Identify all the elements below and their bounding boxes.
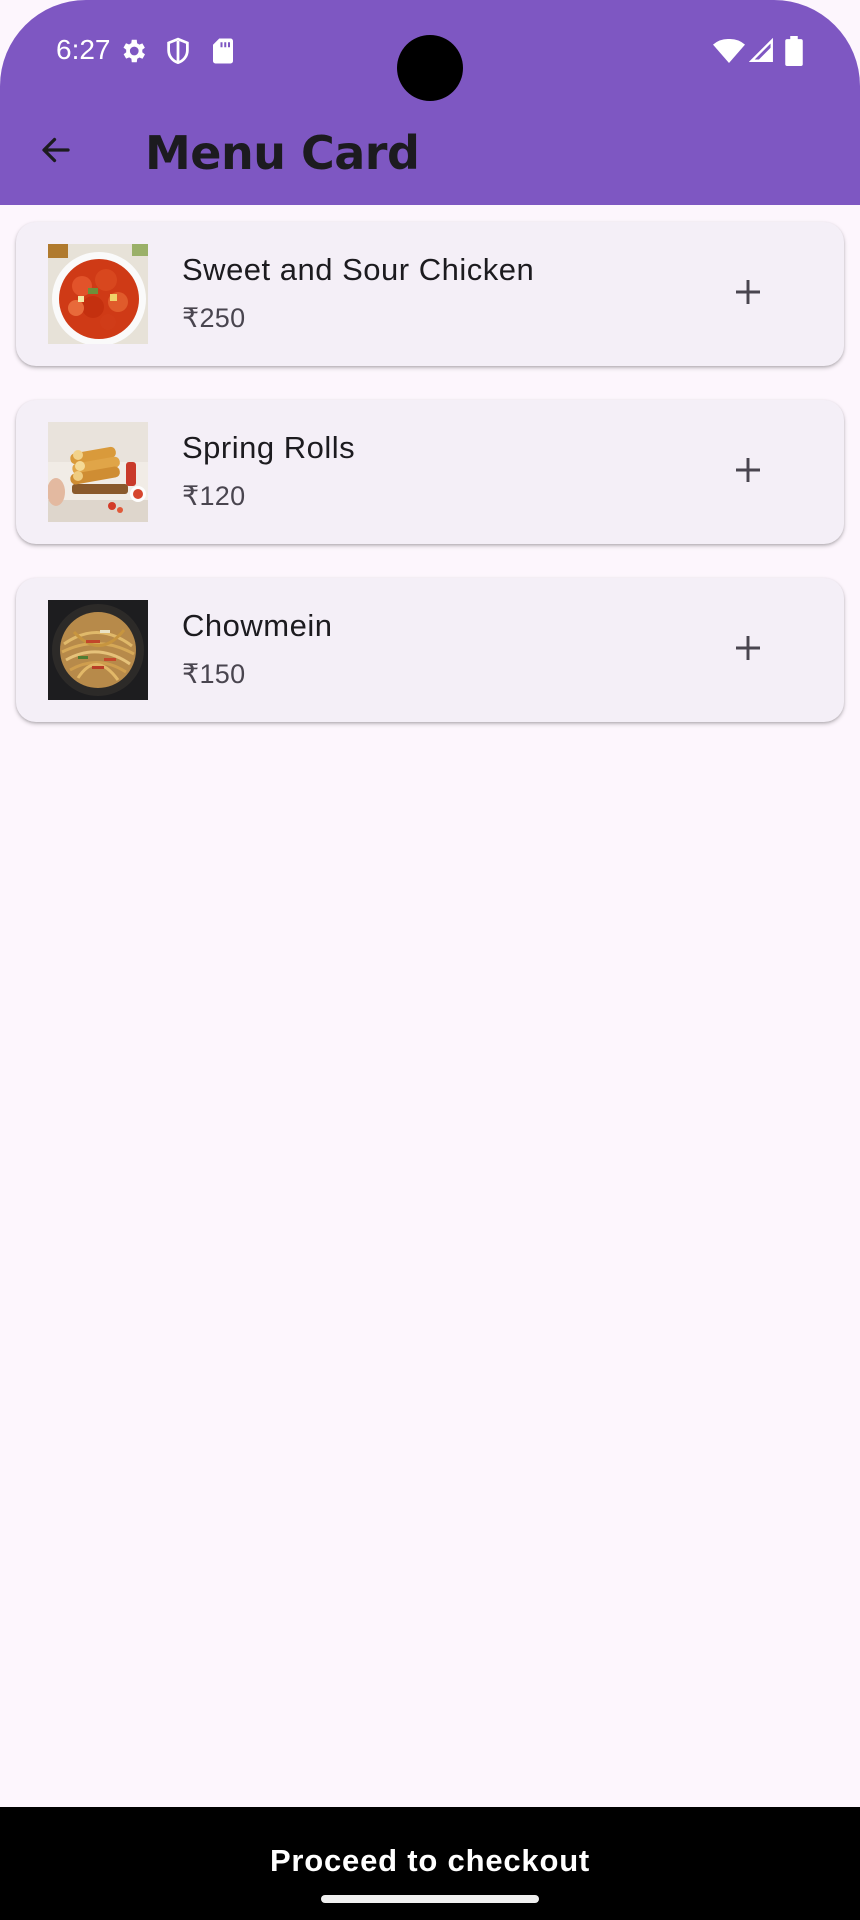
checkout-button[interactable]: Proceed to checkout xyxy=(0,1843,860,1879)
settings-icon xyxy=(118,36,148,66)
menu-item-name: Sweet and Sour Chicken xyxy=(182,252,535,287)
menu-item-card: Chowmein ₹150 xyxy=(16,578,844,722)
spring-rolls-photo xyxy=(48,422,148,522)
signal-icon xyxy=(748,37,779,68)
menu-item-name: Spring Rolls xyxy=(182,430,356,465)
add-icon xyxy=(732,276,764,313)
menu-item-price: ₹120 xyxy=(182,481,246,511)
battery-icon xyxy=(785,36,805,66)
add-to-cart-button[interactable] xyxy=(720,266,776,322)
menu-item-card: Spring Rolls ₹120 xyxy=(16,400,844,544)
wifi-icon xyxy=(713,37,745,67)
chowmein-photo xyxy=(48,600,148,700)
status-time: 6:27 xyxy=(56,34,111,65)
app-bar: 6:27 Menu Card xyxy=(0,0,860,205)
gesture-navigation-handle[interactable] xyxy=(321,1895,539,1903)
shield-icon xyxy=(163,36,193,66)
sweet-sour-chicken-photo xyxy=(48,244,148,344)
sd-card-icon xyxy=(208,36,238,66)
menu-item-card: Sweet and Sour Chicken ₹250 xyxy=(16,222,844,366)
page-title: Menu Card xyxy=(145,126,420,180)
front-camera xyxy=(397,35,463,101)
status-bar: 6:27 xyxy=(0,0,860,104)
add-to-cart-button[interactable] xyxy=(720,622,776,678)
checkout-bar: Proceed to checkout xyxy=(0,1807,860,1920)
back-button[interactable] xyxy=(30,126,82,178)
menu-item-price: ₹150 xyxy=(182,659,246,689)
add-icon xyxy=(732,632,764,669)
add-to-cart-button[interactable] xyxy=(720,444,776,500)
menu-item-price: ₹250 xyxy=(182,303,246,333)
arrow-back-icon xyxy=(38,132,74,173)
add-icon xyxy=(732,454,764,491)
menu-item-name: Chowmein xyxy=(182,608,333,643)
